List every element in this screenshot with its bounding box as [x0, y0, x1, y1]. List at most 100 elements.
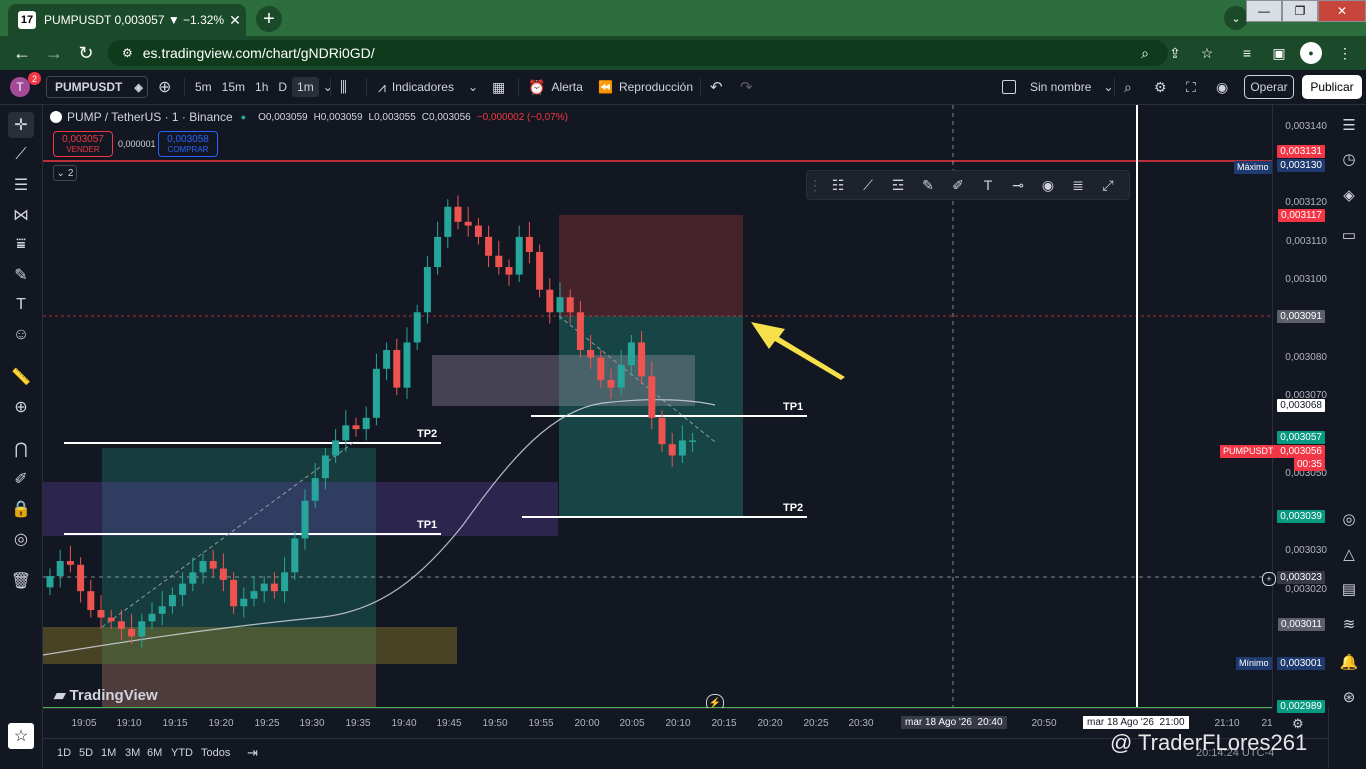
- interval-1h[interactable]: 1h: [250, 77, 273, 97]
- templates-icon[interactable]: ▦: [492, 70, 505, 104]
- undo-icon[interactable]: ↶: [710, 70, 723, 104]
- supply-zone-gray[interactable]: [432, 355, 695, 406]
- trend-line-icon[interactable]: ⟋: [8, 142, 34, 168]
- circle-tool-icon[interactable]: ◉: [1033, 177, 1063, 194]
- new-tab-button[interactable]: +: [256, 6, 282, 32]
- calendar-icon[interactable]: ▤: [1337, 577, 1361, 601]
- fib-icon[interactable]: ☰: [8, 172, 34, 198]
- stay-drawing-icon[interactable]: ✐: [8, 466, 34, 492]
- pen-tool-icon[interactable]: ✎: [913, 177, 943, 194]
- indicators-collapse-button[interactable]: ⌄ 2: [53, 165, 77, 181]
- trash-icon[interactable]: 🗑: [8, 568, 34, 594]
- buy-button[interactable]: 0,003058 COMPRAR: [158, 131, 218, 157]
- fib-tool-icon[interactable]: ≣: [1063, 177, 1093, 194]
- magnet-icon[interactable]: ⋂: [8, 436, 34, 462]
- tp2-right-label[interactable]: TP2: [783, 502, 803, 514]
- settings-gear-icon[interactable]: ⚙: [1154, 70, 1167, 104]
- user-avatar[interactable]: T: [10, 77, 30, 97]
- text-tool-icon[interactable]: T: [973, 177, 1003, 193]
- replay-button[interactable]: ⏪ Reproducción: [598, 70, 693, 104]
- redo-icon[interactable]: ↷: [740, 70, 753, 104]
- camera-icon[interactable]: ◉: [1216, 70, 1228, 104]
- indicators-button[interactable]: ⩘ Indicadores ⌄: [378, 70, 478, 104]
- range-ytd[interactable]: YTD: [171, 747, 193, 759]
- back-arrow-icon[interactable]: ←: [10, 42, 34, 64]
- emoji-icon[interactable]: ☺: [8, 322, 34, 348]
- stream-icon[interactable]: ≋: [1337, 612, 1361, 636]
- drag-handle-icon[interactable]: ⋮: [807, 177, 823, 194]
- close-window-icon[interactable]: ✕: [1318, 0, 1366, 22]
- interval-d[interactable]: D: [273, 77, 292, 97]
- target-icon[interactable]: ◎: [1337, 507, 1361, 531]
- range-1m[interactable]: 1M: [101, 747, 116, 759]
- highlighter-tool-icon[interactable]: ✐: [943, 177, 973, 194]
- prediction-icon[interactable]: ⩸: [8, 232, 34, 258]
- time-axis[interactable]: 19:05 19:10 19:15 19:20 19:25 19:30 19:3…: [43, 708, 1273, 739]
- tp1-left-label[interactable]: TP1: [417, 519, 437, 531]
- tp1-right-label[interactable]: TP1: [783, 401, 803, 413]
- alert-button[interactable]: ⏰ Alerta: [528, 70, 583, 104]
- browser-tab[interactable]: 17 PUMPUSDT 0,003057 ▼ −1.32% ... ✕: [8, 4, 246, 36]
- media-icon[interactable]: ≡: [1236, 42, 1258, 64]
- interval-15m[interactable]: 15m: [217, 77, 250, 97]
- short-position-tool-icon[interactable]: ☲: [883, 177, 913, 194]
- go-to-date-icon[interactable]: ⇥: [247, 745, 258, 761]
- brush-icon[interactable]: ✎: [8, 262, 34, 288]
- profile-avatar-icon[interactable]: ●: [1300, 42, 1322, 64]
- range-5d[interactable]: 5D: [79, 747, 93, 759]
- chat-icon[interactable]: ▭: [1337, 223, 1361, 247]
- forward-arrow-icon[interactable]: →: [42, 42, 66, 64]
- candle-style-icon[interactable]: ⫼: [340, 70, 347, 104]
- arrow-annotation[interactable]: [751, 322, 845, 380]
- crosshair-icon[interactable]: ✛: [8, 112, 34, 138]
- eye-icon[interactable]: ◎: [8, 526, 34, 552]
- fullscreen-icon[interactable]: ⛶: [1186, 70, 1196, 104]
- site-info-icon[interactable]: ⚙: [122, 46, 133, 60]
- sell-button[interactable]: 0,003057 VENDER: [53, 131, 113, 157]
- text-icon[interactable]: T: [8, 292, 34, 318]
- long-position-tool-icon[interactable]: ☷: [823, 177, 853, 194]
- add-alert-plus-icon[interactable]: +: [1262, 572, 1276, 586]
- share-icon[interactable]: ⇪: [1164, 42, 1186, 64]
- add-symbol-icon[interactable]: ⊕: [158, 70, 171, 104]
- interval-dropdown-icon[interactable]: ⌄: [323, 80, 333, 94]
- maximize-icon[interactable]: ❐: [1282, 0, 1318, 22]
- watchlist-icon[interactable]: ☰: [1337, 113, 1361, 137]
- lock-icon[interactable]: 🔒: [8, 496, 34, 522]
- legend-title[interactable]: PUMP / TetherUS · 1 · Binance: [67, 110, 233, 124]
- tab-search-icon[interactable]: ⌄: [1224, 6, 1248, 30]
- pattern-icon[interactable]: ⋈: [8, 202, 34, 228]
- bookmark-star-icon[interactable]: ☆: [1196, 42, 1218, 64]
- range-3m[interactable]: 3M: [125, 747, 140, 759]
- compare-icon[interactable]: ◈: [134, 81, 142, 94]
- reload-icon[interactable]: ↻: [74, 42, 98, 64]
- price-axis[interactable]: 0,003140 0,003120 0,003110 0,003100 0,00…: [1262, 105, 1329, 713]
- ideas-icon[interactable]: △: [1337, 542, 1361, 566]
- quick-search-icon[interactable]: ⌕: [1124, 70, 1132, 104]
- zoom-in-icon[interactable]: ⊕: [8, 394, 34, 420]
- range-6m[interactable]: 6M: [147, 747, 162, 759]
- zoom-icon[interactable]: ⌕: [1134, 42, 1156, 64]
- range-all[interactable]: Todos: [201, 747, 230, 759]
- publish-button[interactable]: Publicar: [1302, 75, 1362, 99]
- short-position-stop-zone[interactable]: [559, 215, 743, 316]
- range-1d[interactable]: 1D: [57, 747, 71, 759]
- layout-name-button[interactable]: Sin nombre ⌄: [1002, 70, 1113, 104]
- horizontal-ray-icon[interactable]: ⊸: [1003, 177, 1033, 194]
- interval-1m[interactable]: 1m: [292, 77, 319, 97]
- minimize-icon[interactable]: —: [1246, 0, 1282, 22]
- tp2-left-label[interactable]: TP2: [417, 428, 437, 440]
- symbol-search[interactable]: PUMPUSDT ◈: [46, 76, 148, 98]
- line-tool-icon[interactable]: ⟋: [853, 177, 883, 194]
- interval-5m[interactable]: 5m: [190, 77, 217, 97]
- tab-close-icon[interactable]: ✕: [224, 12, 246, 29]
- layers-icon[interactable]: ◈: [1337, 183, 1361, 207]
- measure-tool-icon[interactable]: ⤢: [1093, 177, 1123, 194]
- bell-icon[interactable]: 🔔: [1337, 650, 1361, 674]
- browser-menu-icon[interactable]: ⋮: [1334, 42, 1356, 64]
- trade-button[interactable]: Operar: [1244, 75, 1294, 99]
- alerts-clock-icon[interactable]: ◷: [1337, 147, 1361, 171]
- url-field[interactable]: ⚙ es.tradingview.com/chart/gNDRi0GD/: [108, 40, 1168, 66]
- sidepanel-icon[interactable]: ▣: [1268, 42, 1290, 64]
- ruler-icon[interactable]: 📏: [8, 364, 34, 390]
